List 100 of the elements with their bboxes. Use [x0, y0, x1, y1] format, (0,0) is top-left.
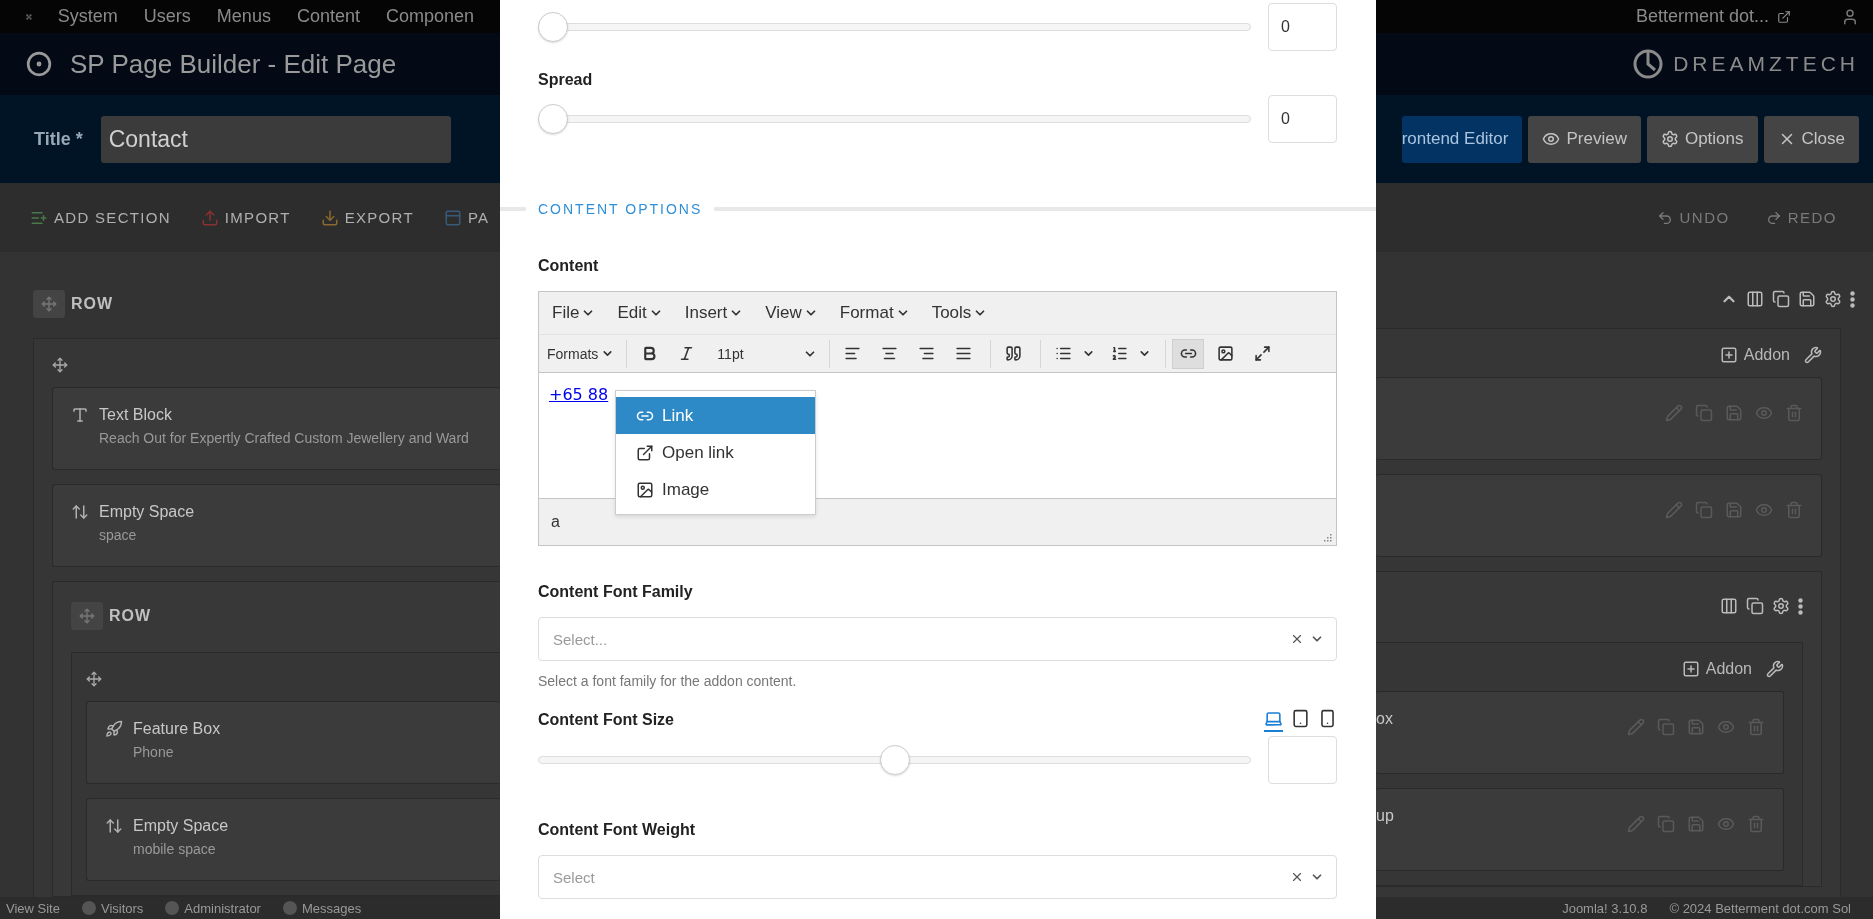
copy-icon	[1695, 501, 1713, 519]
field-label: Spread	[538, 71, 593, 90]
eye-icon	[1717, 718, 1735, 736]
addon-card[interactable]: up	[1376, 788, 1784, 871]
external-link-icon	[1777, 9, 1791, 24]
number-field[interactable]	[1268, 736, 1337, 784]
pencil-icon	[1627, 815, 1645, 833]
slider[interactable]	[538, 103, 1251, 135]
add-addon-button[interactable]: Addon	[1719, 346, 1790, 364]
field-label: Content Font Size	[538, 710, 674, 730]
row-label: ROW	[71, 295, 114, 313]
toolbar-action[interactable]: EXPORT	[320, 208, 414, 227]
move-handle[interactable]	[71, 602, 103, 630]
trash-icon	[1747, 718, 1765, 736]
menu-item[interactable]: Tools	[931, 303, 988, 323]
phone-link[interactable]: +65 88	[549, 385, 609, 404]
add-addon-button[interactable]: Addon	[1681, 660, 1752, 678]
menu-item[interactable]: Insert	[684, 303, 744, 323]
nav-menu-item[interactable]: Menus	[216, 6, 271, 27]
settings-icon	[1772, 597, 1790, 615]
menu-item[interactable]: Format	[839, 303, 910, 323]
nav-menu-item[interactable]: System	[57, 6, 118, 27]
addon-title: ox	[1376, 710, 1393, 728]
eye-icon	[1542, 130, 1561, 148]
slider[interactable]	[538, 11, 1251, 43]
trash-icon	[1785, 404, 1803, 422]
status-text: Joomla! 3.10.8	[1562, 900, 1648, 916]
more-icon[interactable]	[1798, 597, 1803, 615]
header-button[interactable]: Close	[1763, 115, 1859, 163]
number-field[interactable]: 0	[1268, 95, 1337, 143]
context-menu-item[interactable]: Link	[616, 397, 815, 434]
laptop-icon[interactable]	[1264, 709, 1283, 732]
slider-thumb[interactable]	[879, 745, 910, 775]
nav-menu-item[interactable]: Users	[143, 6, 191, 27]
addon-card[interactable]: ox	[1376, 691, 1784, 774]
brand-wordmark: DREAMZTECH	[1673, 52, 1859, 76]
columns-icon	[1746, 290, 1764, 308]
number-field[interactable]: 0	[1268, 3, 1337, 51]
menu-item[interactable]: View	[765, 303, 818, 323]
status-link[interactable]: Visitors	[100, 900, 144, 916]
slider[interactable]	[538, 744, 1251, 776]
resize-grip-icon[interactable]	[1324, 534, 1332, 542]
field-label: Content Font Family	[538, 583, 694, 602]
external-link-icon	[636, 443, 654, 462]
clear-icon[interactable]	[1290, 632, 1304, 646]
addon-card[interactable]: Empty Space space	[52, 484, 500, 567]
addon-subtitle: space	[99, 527, 138, 543]
redo-icon	[1765, 209, 1782, 226]
move-handle[interactable]	[33, 290, 65, 318]
addon-title: Empty Space	[99, 503, 195, 521]
pencil-icon	[1665, 404, 1683, 422]
addon-subtitle: Reach Out for Expertly Crafted Custom Jewellery and Ward	[99, 430, 469, 446]
header-button[interactable]: Options	[1646, 115, 1758, 163]
site-link[interactable]: Betterment dot...	[1635, 6, 1769, 27]
slider-thumb[interactable]	[538, 12, 568, 42]
save-icon	[1798, 290, 1816, 308]
title-field[interactable]: Contact	[100, 115, 451, 163]
text-icon	[71, 406, 89, 424]
toolbar-action[interactable]: ADD SECTION	[30, 208, 171, 227]
nav-menu-item[interactable]: Componen	[385, 6, 474, 27]
save-icon	[1687, 718, 1705, 736]
link-icon[interactable]	[1172, 338, 1205, 369]
formats-dropdown[interactable]: Formats	[547, 345, 621, 362]
status-link[interactable]: Messages	[301, 900, 362, 916]
status-text: © 2024 Betterment dot.com Sol	[1669, 900, 1851, 916]
help-text: Select a font family for the addon content.	[538, 673, 798, 689]
status-link[interactable]: View Site	[6, 900, 60, 916]
header-button[interactable]: rontend Editor	[1401, 115, 1523, 163]
slider-thumb[interactable]	[538, 104, 568, 134]
addon-card[interactable]: Text Block Reach Out for Expertly Crafted Custom Jewellery and Ward	[52, 387, 500, 470]
header-button[interactable]: Preview	[1528, 115, 1641, 163]
addon-card[interactable]: Empty Space mobile space	[86, 798, 500, 881]
copy-icon	[1657, 815, 1675, 833]
menu-item[interactable]: Edit	[617, 303, 663, 323]
more-icon[interactable]	[1850, 290, 1855, 308]
download-icon	[320, 208, 339, 227]
pencil-icon	[1665, 501, 1683, 519]
context-menu-item[interactable]: Image	[616, 471, 815, 508]
clear-icon[interactable]	[1290, 870, 1304, 884]
rocket-icon	[105, 720, 123, 738]
row-label: ROW	[109, 607, 152, 625]
context-menu-item[interactable]: Open link	[616, 434, 815, 471]
nav-menu-item[interactable]: Content	[296, 6, 360, 27]
save-icon	[1725, 404, 1743, 422]
toolbar-action[interactable]: IMPORT	[200, 208, 291, 227]
toolbar-action[interactable]: PA	[443, 208, 490, 227]
pencil-icon	[1627, 718, 1645, 736]
menu-item[interactable]: File	[552, 303, 596, 323]
copy-icon	[1746, 597, 1764, 615]
image-icon	[636, 480, 654, 499]
arrows-icon	[105, 817, 123, 835]
font-size-dropdown[interactable]: 11pt	[707, 345, 824, 362]
panel-icon	[443, 208, 462, 227]
status-link[interactable]: Administrator	[184, 900, 261, 916]
addon-card[interactable]: Feature Box Phone	[86, 701, 500, 784]
field-label: Content	[538, 257, 600, 276]
tools-icon	[1766, 660, 1784, 678]
eye-icon	[1755, 501, 1773, 519]
copy-icon	[1772, 290, 1790, 308]
undo-icon	[1657, 209, 1674, 226]
